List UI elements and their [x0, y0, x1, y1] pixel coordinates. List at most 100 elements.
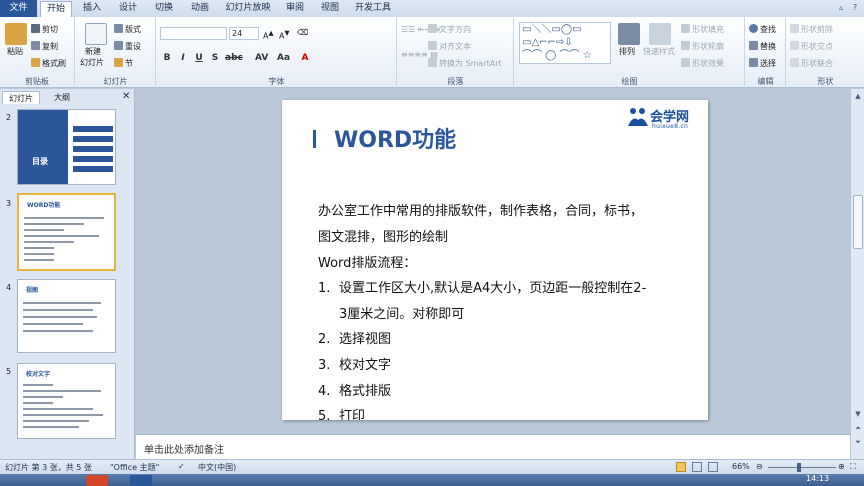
thumb-text-line	[23, 390, 101, 392]
notes-pane[interactable]: 单击此处添加备注	[136, 434, 850, 459]
replace-button[interactable]: 替换	[749, 41, 776, 52]
tab-transitions[interactable]: 切换	[148, 1, 180, 17]
powerpoint-taskbar-icon[interactable]	[86, 475, 108, 486]
paste-button[interactable]: 粘贴	[7, 47, 23, 57]
shrink-font-icon[interactable]: A▼	[279, 28, 290, 42]
drawing-group-label: 绘图	[621, 77, 638, 86]
shape-union-button[interactable]: 形状联合	[790, 58, 833, 69]
shape-effects-button[interactable]: 形状效果	[681, 58, 724, 69]
layout-button[interactable]: 版式	[114, 24, 141, 35]
quick-styles-icon[interactable]	[649, 23, 671, 45]
zoom-in-icon[interactable]: ⊕	[838, 462, 845, 471]
close-pane-icon[interactable]: ✕	[122, 91, 130, 102]
slide-thumbnail-5[interactable]: 校对文字	[17, 363, 116, 439]
list-item[interactable]: 格式排版	[339, 383, 391, 400]
tab-file[interactable]: 文件	[0, 0, 37, 17]
notes-placeholder[interactable]: 单击此处添加备注	[144, 441, 224, 456]
tab-slideshow[interactable]: 幻灯片放映	[220, 1, 276, 17]
tab-review[interactable]: 审阅	[279, 1, 311, 17]
format-painter-button[interactable]: 格式刷	[31, 58, 66, 69]
change-case-icon[interactable]: Aa	[277, 53, 290, 63]
new-slide-icon[interactable]	[85, 23, 107, 45]
body-text-line[interactable]: 办公室工作中常用的排版软件，制作表格，合同，标书，	[318, 203, 643, 220]
slide-thumbnail-2[interactable]: 目录	[17, 109, 116, 185]
grow-font-icon[interactable]: A▲	[263, 28, 274, 42]
normal-view-icon[interactable]	[676, 462, 686, 472]
reset-button[interactable]: 重设	[114, 41, 141, 52]
strikethrough-icon[interactable]: abc	[225, 53, 243, 63]
tab-slides[interactable]: 幻灯片	[2, 91, 40, 104]
scroll-down-icon[interactable]: ▼	[853, 409, 863, 419]
current-slide[interactable]: WORD功能 会学网 huixue8.cn 办公室工作中常用的排版软件，制作表格…	[282, 100, 708, 420]
word-taskbar-icon[interactable]	[130, 475, 152, 486]
thumb-toc-item	[73, 126, 113, 132]
tab-design[interactable]: 设计	[112, 1, 144, 17]
shape-outline-button[interactable]: 形状轮廓	[681, 41, 724, 52]
list-number: 2.	[318, 332, 331, 347]
thumb-text-line	[23, 384, 53, 386]
find-button[interactable]: 查找	[749, 24, 776, 35]
scrollbar-thumb[interactable]	[853, 195, 863, 249]
select-button[interactable]: 选择	[749, 58, 776, 69]
thumb-text-line	[23, 426, 79, 428]
tab-animations[interactable]: 动画	[184, 1, 216, 17]
thumb-title: 校对文字	[26, 371, 51, 378]
new-slide-button[interactable]: 新建	[85, 47, 101, 57]
body-text-line[interactable]: 图文混排，图形的绘制	[318, 229, 448, 246]
list-item[interactable]: 设置工作区大小,默认是A4大小，页边距一般控制在2-	[339, 280, 646, 297]
body-text-line[interactable]: Word排版流程：	[318, 255, 416, 272]
shape-intersect-button[interactable]: 形状交点	[790, 41, 833, 52]
shape-subtract-button[interactable]: 形状剪除	[790, 24, 833, 35]
char-spacing-icon[interactable]: AV	[255, 53, 268, 63]
slide-thumbnail-4[interactable]: 视图	[17, 279, 116, 353]
quick-styles-button[interactable]: 快速样式	[643, 47, 675, 57]
previous-slide-icon[interactable]: ⏶	[853, 423, 863, 433]
slide-sorter-icon[interactable]	[692, 462, 702, 472]
help-icon[interactable]: ?	[850, 3, 860, 13]
slide-title[interactable]: WORD功能	[334, 122, 456, 154]
list-item-continued[interactable]: 3厘米之间。对称即可	[339, 306, 464, 323]
spellcheck-icon[interactable]: ✓	[178, 462, 185, 471]
tab-outline[interactable]: 大纲	[48, 91, 76, 104]
scroll-up-icon[interactable]: ▲	[853, 91, 863, 101]
bold-button[interactable]: B	[161, 53, 173, 63]
clear-format-icon[interactable]: ⌫	[297, 28, 308, 38]
copy-button[interactable]: 复制	[31, 41, 58, 52]
text-direction-button[interactable]: 文字方向	[428, 24, 471, 35]
fit-to-window-icon[interactable]: ⛶	[850, 462, 856, 472]
align-text-button[interactable]: 对齐文本	[428, 41, 471, 52]
zoom-level[interactable]: 66%	[732, 462, 750, 471]
cut-button[interactable]: 剪切	[31, 24, 58, 35]
tab-home[interactable]: 开始	[40, 1, 72, 17]
list-item[interactable]: 校对文字	[339, 357, 391, 374]
slide-thumbnail-3[interactable]: WORD功能	[17, 193, 116, 271]
section-button[interactable]: 节	[114, 58, 133, 69]
zoom-out-icon[interactable]: ⊖	[756, 462, 763, 471]
smartart-button[interactable]: 转换为 SmartArt	[428, 58, 502, 69]
italic-button[interactable]: I	[177, 53, 189, 63]
font-name-select[interactable]	[160, 27, 227, 40]
next-slide-icon[interactable]: ⏷	[853, 437, 863, 447]
font-size-select[interactable]: 24	[229, 27, 259, 40]
collapse-ribbon-icon[interactable]: ▵	[836, 3, 846, 13]
zoom-slider-thumb[interactable]	[797, 463, 801, 472]
tab-insert[interactable]: 插入	[76, 1, 108, 17]
arrange-button[interactable]: 排列	[619, 47, 635, 57]
shapes-gallery[interactable]: ▭＼＼▭◯▭ ▭△⌐⌐⇨⇩ ⌒⌒ ◯ ⌒⌒ ☆	[519, 22, 611, 64]
reading-view-icon[interactable]	[708, 462, 718, 472]
paste-icon[interactable]	[5, 23, 27, 45]
list-item[interactable]: 打印	[339, 408, 365, 420]
underline-button[interactable]: U	[193, 53, 205, 63]
new-slide-label[interactable]: 幻灯片	[80, 58, 104, 68]
zoom-slider[interactable]	[768, 467, 836, 468]
theme-name[interactable]: "Office 主题"	[110, 462, 159, 473]
tab-view[interactable]: 视图	[314, 1, 346, 17]
shadow-button[interactable]: S	[209, 53, 221, 63]
shape-fill-button[interactable]: 形状填充	[681, 24, 724, 35]
tab-developer[interactable]: 开发工具	[350, 1, 396, 17]
font-color-icon[interactable]: A	[299, 53, 311, 63]
vertical-scrollbar[interactable]: ▲ ▼ ⏶ ⏷	[850, 89, 864, 459]
arrange-icon[interactable]	[618, 23, 640, 45]
language-indicator[interactable]: 中文(中国)	[198, 462, 236, 473]
list-item[interactable]: 选择视图	[339, 331, 391, 348]
